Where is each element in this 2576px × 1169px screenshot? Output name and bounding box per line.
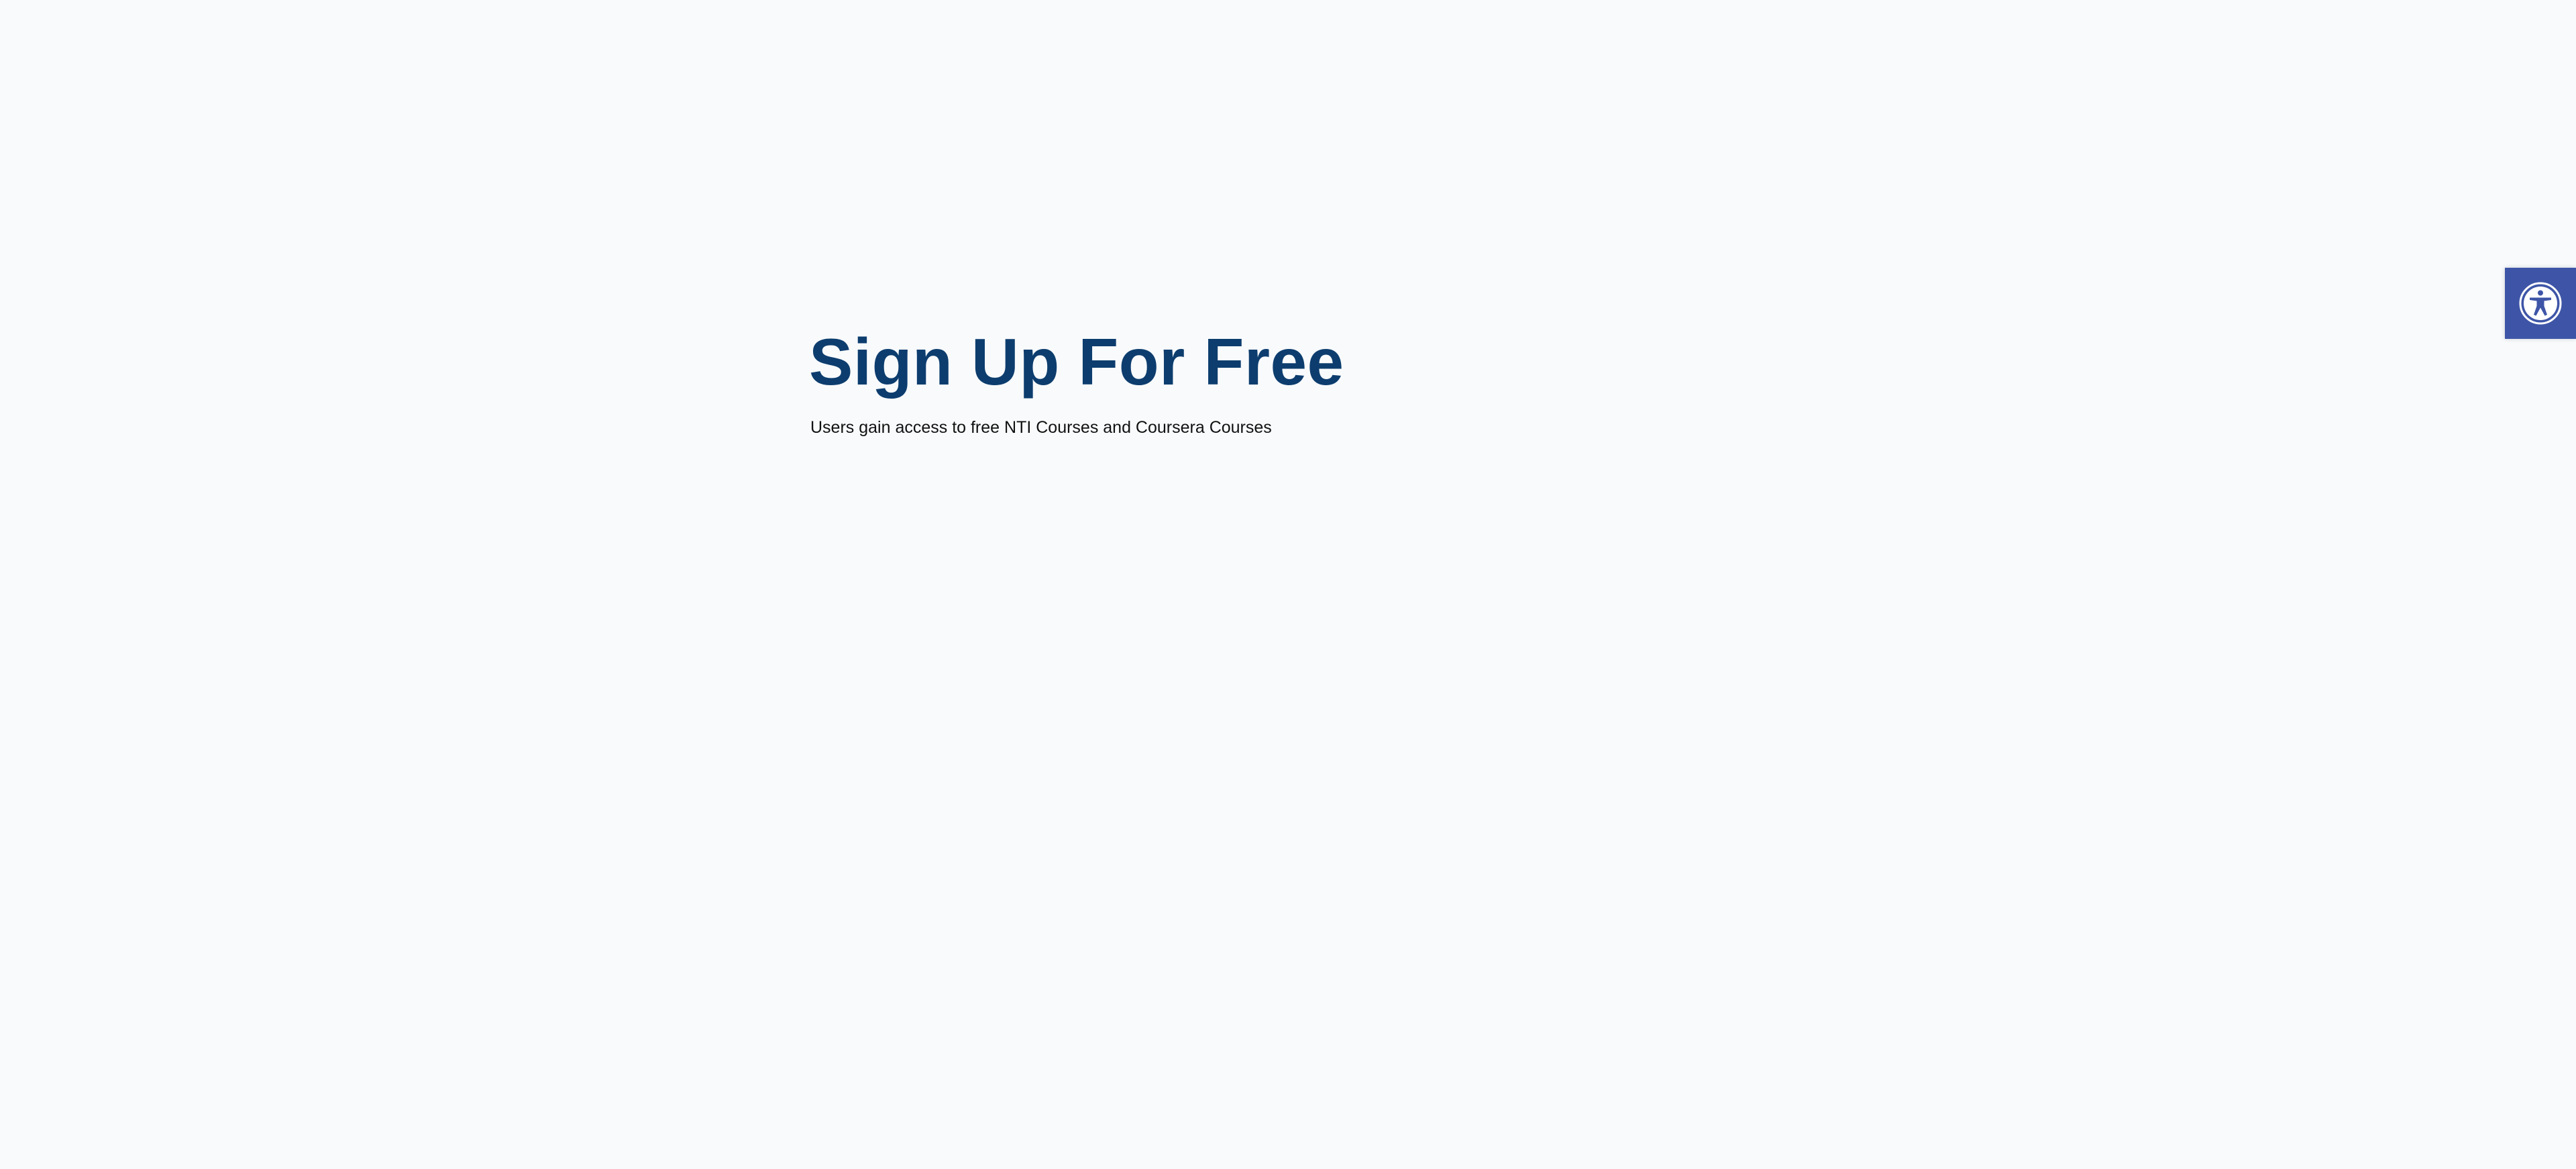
page-subtitle: Users gain access to free NTI Courses an… xyxy=(810,418,1272,437)
hero-section: Sign Up For Free Users gain access to fr… xyxy=(809,322,1344,439)
accessibility-toolbar-button[interactable] xyxy=(2505,268,2576,339)
page: Sign Up For Free Users gain access to fr… xyxy=(0,0,2576,1169)
page-title: Sign Up For Free xyxy=(809,325,1344,399)
accessibility-icon xyxy=(2519,282,2562,325)
